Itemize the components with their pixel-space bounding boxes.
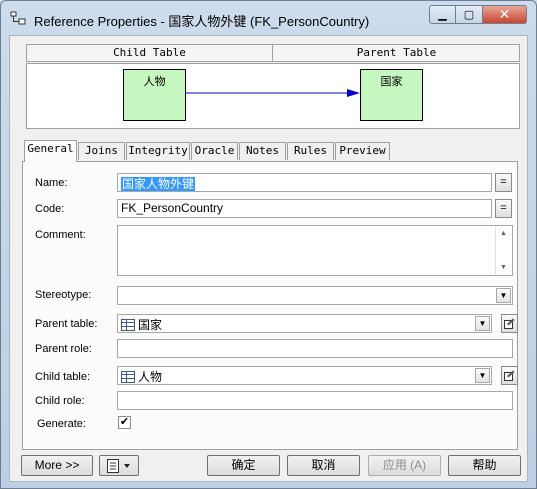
- name-equals-button[interactable]: =: [495, 173, 512, 192]
- scroll-up-icon[interactable]: ▲: [500, 230, 507, 237]
- comment-scrollbar[interactable]: ▲ ▼: [495, 226, 512, 275]
- name-value: 国家人物外键: [121, 177, 196, 191]
- minimize-button[interactable]: ▁: [429, 5, 456, 24]
- table-icon: [121, 319, 135, 331]
- window-title: Reference Properties - 国家人物外键 (FK_Person…: [34, 14, 370, 29]
- help-button[interactable]: 帮助: [448, 455, 521, 476]
- properties-icon: [504, 318, 515, 329]
- close-button[interactable]: ✕: [483, 5, 527, 24]
- apply-button[interactable]: 应用 (A): [368, 455, 441, 476]
- chevron-down-icon[interactable]: ▼: [475, 316, 490, 331]
- title-bar[interactable]: Reference Properties - 国家人物外键 (FK_Person…: [1, 1, 536, 35]
- child-role-field[interactable]: [117, 391, 513, 410]
- child-table-combo[interactable]: 人物 ▼: [117, 366, 492, 385]
- code-field[interactable]: FK_PersonCountry: [117, 199, 492, 218]
- code-equals-button[interactable]: =: [495, 199, 512, 218]
- tab-integrity[interactable]: Integrity: [126, 142, 190, 160]
- close-icon: ✕: [498, 6, 511, 22]
- parent-entity-label: 国家: [380, 76, 403, 88]
- child-role-label: Child role:: [35, 395, 85, 407]
- general-tab-panel: Name: 国家人物外键 = Code: FK_PersonCountry = …: [22, 161, 518, 450]
- child-table-label: Child table:: [35, 371, 91, 383]
- parent-table-combo[interactable]: 国家 ▼: [117, 314, 492, 333]
- scroll-down-icon[interactable]: ▼: [500, 264, 507, 271]
- parent-table-properties-button[interactable]: [501, 314, 518, 333]
- generate-label: Generate:: [37, 418, 86, 430]
- tab-oracle[interactable]: Oracle: [191, 142, 238, 160]
- parent-table-value: 国家: [138, 318, 163, 332]
- tab-joins[interactable]: Joins: [78, 142, 125, 160]
- cancel-button[interactable]: 取消: [287, 455, 360, 476]
- minimize-icon: ▁: [438, 9, 447, 21]
- child-entity-label: 人物: [143, 76, 166, 88]
- tab-notes[interactable]: Notes: [239, 142, 286, 160]
- comment-textarea[interactable]: ▲ ▼: [117, 225, 513, 276]
- maximize-icon: ▢: [463, 9, 475, 21]
- name-field[interactable]: 国家人物外键: [117, 173, 492, 192]
- tab-preview[interactable]: Preview: [335, 142, 390, 160]
- stereotype-combo[interactable]: ▼: [117, 286, 513, 305]
- child-table-header: Child Table: [113, 46, 186, 59]
- ok-button[interactable]: 确定: [207, 455, 280, 476]
- list-menu-button[interactable]: [99, 455, 139, 476]
- tab-rules[interactable]: Rules: [287, 142, 334, 160]
- comment-label: Comment:: [35, 229, 86, 241]
- reference-properties-window: Reference Properties - 国家人物外键 (FK_Person…: [0, 0, 537, 489]
- more-button[interactable]: More >>: [21, 455, 93, 476]
- parent-entity[interactable]: 国家: [360, 69, 423, 121]
- dialog-client-area: Child Table Parent Table 人物 国家 General J…: [9, 35, 528, 482]
- table-icon: [121, 371, 135, 383]
- stereotype-label: Stereotype:: [35, 289, 92, 301]
- code-label: Code:: [35, 203, 65, 215]
- child-entity[interactable]: 人物: [123, 69, 186, 121]
- tab-general[interactable]: General: [24, 140, 77, 162]
- reference-link: [186, 89, 360, 97]
- chevron-down-icon[interactable]: ▼: [475, 368, 490, 383]
- list-menu-icon: [107, 459, 130, 473]
- child-table-properties-button[interactable]: [501, 366, 518, 385]
- parent-role-field[interactable]: [117, 339, 513, 358]
- parent-role-label: Parent role:: [35, 343, 92, 355]
- reference-icon: [10, 11, 26, 25]
- maximize-button[interactable]: ▢: [456, 5, 483, 24]
- name-label: Name:: [35, 177, 68, 189]
- properties-icon: [504, 370, 515, 381]
- parent-table-label: Parent table:: [35, 318, 98, 330]
- generate-checkbox[interactable]: ✔: [118, 416, 131, 429]
- reference-diagram: 人物 国家: [26, 63, 520, 129]
- diagram-header: Child Table Parent Table: [26, 44, 520, 62]
- chevron-down-icon[interactable]: ▼: [496, 288, 511, 303]
- parent-table-header: Parent Table: [356, 46, 437, 59]
- child-table-value: 人物: [138, 370, 163, 384]
